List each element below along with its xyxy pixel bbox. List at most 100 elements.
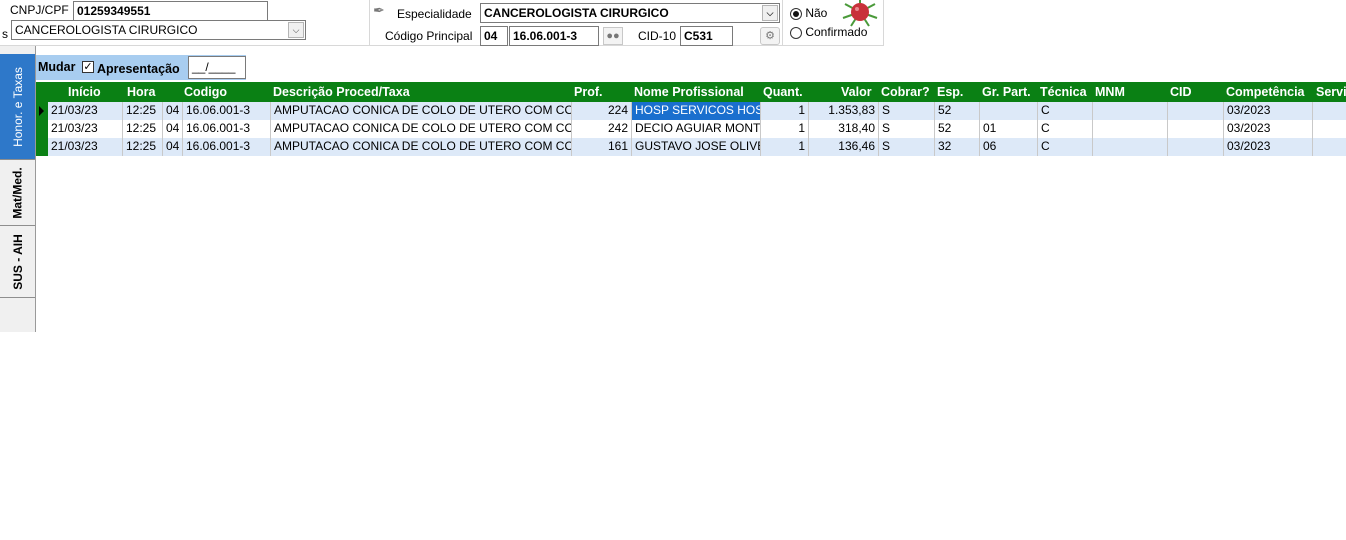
radio-nao-label: Não xyxy=(805,6,828,20)
cell-gr-part[interactable]: 06 xyxy=(980,138,1038,156)
cell-cobrar[interactable]: S xyxy=(879,102,935,120)
cell-gr-part[interactable] xyxy=(980,102,1038,120)
cell-cobrar[interactable]: S xyxy=(879,138,935,156)
especialidade-select[interactable]: CANCEROLOGISTA CIRURGICO ⌵ xyxy=(480,3,780,23)
table-row[interactable]: 21/03/23 12:25 04 16.06.001-3 AMPUTACAO … xyxy=(48,102,1346,120)
vertical-tabs: Honor. e Taxas Mat/Med. SUS - AIH xyxy=(0,46,36,332)
cell-mnm[interactable] xyxy=(1093,138,1168,156)
especialidade-select-left-value: CANCEROLOGISTA CIRURGICO xyxy=(15,23,198,37)
cell-esp[interactable]: 52 xyxy=(935,120,980,138)
cell-quant[interactable]: 1 xyxy=(761,138,809,156)
apresentacao-checkbox[interactable]: ✓ xyxy=(82,61,94,73)
col-header-competencia[interactable]: Competência xyxy=(1226,85,1305,99)
cell-competencia[interactable]: 03/2023 xyxy=(1224,138,1313,156)
cell-competencia[interactable]: 03/2023 xyxy=(1224,102,1313,120)
cell-inicio[interactable]: 21/03/23 xyxy=(48,102,123,120)
cell-hora[interactable]: 12:25 xyxy=(123,120,163,138)
tab-sus-aih[interactable]: SUS - AIH xyxy=(0,226,35,298)
cell-mnm[interactable] xyxy=(1093,102,1168,120)
cell-cobrar[interactable]: S xyxy=(879,120,935,138)
cell-cid[interactable] xyxy=(1168,120,1224,138)
cell-inicio[interactable]: 21/03/23 xyxy=(48,138,123,156)
table-row[interactable]: 21/03/23 12:25 04 16.06.001-3 AMPUTACAO … xyxy=(48,138,1346,156)
especialidade-select-left[interactable]: CANCEROLOGISTA CIRURGICO ⌵ xyxy=(11,20,306,40)
cell-tecnica[interactable]: C xyxy=(1038,120,1093,138)
gear-icon[interactable]: ⚙ xyxy=(760,27,780,45)
cell-esp[interactable]: 32 xyxy=(935,138,980,156)
cell-esp[interactable]: 52 xyxy=(935,102,980,120)
col-header-prof[interactable]: Prof. xyxy=(574,85,602,99)
filter-bar: Mudar ✓ Apresentação __/____ xyxy=(36,55,246,80)
cid-field[interactable]: C531 xyxy=(680,26,733,46)
cell-servi[interactable] xyxy=(1313,138,1346,156)
cell-cid[interactable] xyxy=(1168,138,1224,156)
grid-header: Início Hora Codigo Descrição Proced/Taxa… xyxy=(36,82,1346,102)
especialidade-label: Especialidade xyxy=(397,7,472,21)
col-header-valor[interactable]: Valor xyxy=(841,85,872,99)
chevron-down-icon[interactable]: ⌵ xyxy=(762,5,778,21)
cell-nome-profissional[interactable]: GUSTAVO JOSE OLIVE xyxy=(632,138,761,156)
cell-codigo[interactable]: 16.06.001-3 xyxy=(183,120,271,138)
cell-inicio[interactable]: 21/03/23 xyxy=(48,120,123,138)
cid-label: CID-10 xyxy=(638,29,677,43)
radio-confirmado-indicator[interactable] xyxy=(790,26,802,39)
cell-codigo[interactable]: 16.06.001-3 xyxy=(183,102,271,120)
cell-tecnica[interactable]: C xyxy=(1038,138,1093,156)
cell-descricao[interactable]: AMPUTACAO CONICA DE COLO DE UTERO COM CO… xyxy=(271,102,572,120)
col-header-codigo[interactable]: Codigo xyxy=(184,85,227,99)
cell-cid[interactable] xyxy=(1168,102,1224,120)
cell-valor[interactable]: 318,40 xyxy=(809,120,879,138)
cell-mnm[interactable] xyxy=(1093,120,1168,138)
col-header-cobrar[interactable]: Cobrar? xyxy=(881,85,930,99)
cell-valor[interactable]: 136,46 xyxy=(809,138,879,156)
col-header-descricao[interactable]: Descrição Proced/Taxa xyxy=(273,85,410,99)
cell-grupo[interactable]: 04 xyxy=(163,102,183,120)
cell-hora[interactable]: 12:25 xyxy=(123,102,163,120)
cell-nome-profissional[interactable]: DECIO AGUIAR MONTE xyxy=(632,120,761,138)
col-header-esp[interactable]: Esp. xyxy=(937,85,963,99)
cell-grupo[interactable]: 04 xyxy=(163,120,183,138)
tab-mat-med[interactable]: Mat/Med. xyxy=(0,160,35,226)
cell-grupo[interactable]: 04 xyxy=(163,138,183,156)
col-header-inicio[interactable]: Início xyxy=(68,85,101,99)
cell-gr-part[interactable]: 01 xyxy=(980,120,1038,138)
col-header-hora[interactable]: Hora xyxy=(127,85,155,99)
cell-servi[interactable] xyxy=(1313,102,1346,120)
cell-valor[interactable]: 1.353,83 xyxy=(809,102,879,120)
cell-quant[interactable]: 1 xyxy=(761,102,809,120)
cell-prof[interactable]: 161 xyxy=(572,138,632,156)
chevron-down-icon[interactable]: ⌵ xyxy=(288,22,304,38)
col-header-gr-part[interactable]: Gr. Part. xyxy=(982,85,1031,99)
cell-descricao[interactable]: AMPUTACAO CONICA DE COLO DE UTERO COM CO… xyxy=(271,120,572,138)
dropper-icon[interactable]: ✒ xyxy=(373,2,385,19)
cell-nome-profissional[interactable]: HOSP SERVICOS HOS xyxy=(632,102,761,120)
codigo-group-field[interactable]: 04 xyxy=(480,26,508,46)
cell-tecnica[interactable]: C xyxy=(1038,102,1093,120)
codigo-principal-field[interactable]: 16.06.001-3 xyxy=(509,26,599,46)
especialidade-select-value: CANCEROLOGISTA CIRURGICO xyxy=(484,6,669,20)
radio-nao-indicator[interactable] xyxy=(790,7,802,20)
top-mid-panel: ✒ Especialidade CANCEROLOGISTA CIRURGICO… xyxy=(370,0,782,46)
cell-prof[interactable]: 242 xyxy=(572,120,632,138)
grid-body: 21/03/23 12:25 04 16.06.001-3 AMPUTACAO … xyxy=(0,102,1346,156)
cell-descricao[interactable]: AMPUTACAO CONICA DE COLO DE UTERO COM CO… xyxy=(271,138,572,156)
radio-nao[interactable]: Não xyxy=(790,6,827,20)
cell-servi[interactable] xyxy=(1313,120,1346,138)
cell-prof[interactable]: 224 xyxy=(572,102,632,120)
table-row[interactable]: 21/03/23 12:25 04 16.06.001-3 AMPUTACAO … xyxy=(48,120,1346,138)
col-header-mnm[interactable]: MNM xyxy=(1095,85,1125,99)
col-header-nome-profissional[interactable]: Nome Profissional xyxy=(634,85,744,99)
binoculars-icon[interactable]: ●● xyxy=(603,27,623,45)
cell-quant[interactable]: 1 xyxy=(761,120,809,138)
col-header-tecnica[interactable]: Técnica xyxy=(1040,85,1087,99)
side-label: s xyxy=(2,27,8,41)
cnpj-field[interactable]: 01259349551 xyxy=(73,1,268,21)
apresentacao-label: Apresentação xyxy=(97,62,180,76)
col-header-servi[interactable]: Servi xyxy=(1316,85,1346,99)
col-header-cid[interactable]: CID xyxy=(1170,85,1192,99)
cell-competencia[interactable]: 03/2023 xyxy=(1224,120,1313,138)
apresentacao-field[interactable]: __/____ xyxy=(188,56,246,79)
cell-codigo[interactable]: 16.06.001-3 xyxy=(183,138,271,156)
cell-hora[interactable]: 12:25 xyxy=(123,138,163,156)
col-header-quant[interactable]: Quant. xyxy=(763,85,803,99)
